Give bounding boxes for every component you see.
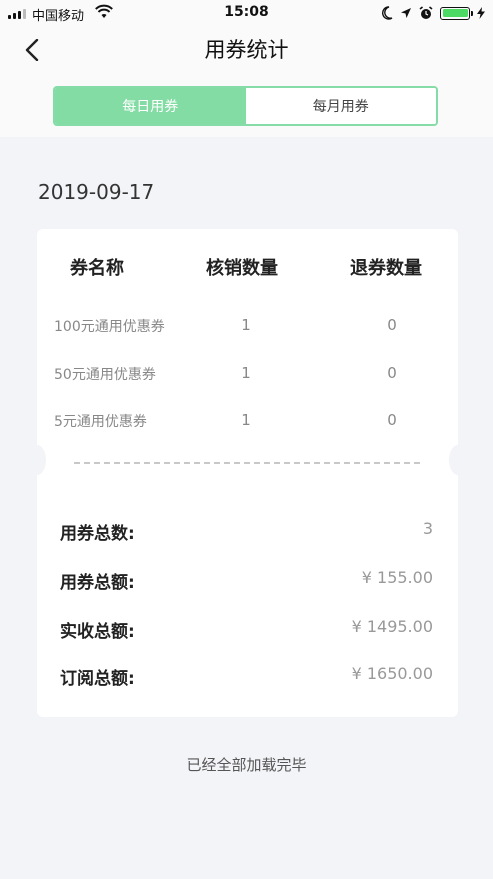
summary-value: ¥ 1650.00 — [351, 664, 433, 683]
moon-icon — [382, 6, 393, 20]
table-row: 100元通用优惠券 1 0 — [0, 316, 493, 340]
coupon-name: 100元通用优惠券 — [54, 319, 165, 335]
refunded-count: 0 — [387, 364, 397, 382]
refunded-count: 0 — [387, 411, 397, 429]
redeemed-count: 1 — [241, 316, 251, 334]
tab-daily[interactable]: 每日用券 — [55, 88, 246, 124]
summary-subscription-amount: 订阅总额: ¥ 1650.00 — [0, 664, 493, 690]
summary-label: 用券总数: — [60, 524, 135, 544]
ticket-notch-left — [28, 445, 46, 475]
location-arrow-icon — [401, 8, 411, 18]
coupon-name: 50元通用优惠券 — [54, 367, 156, 383]
column-header-coupon-name: 券名称 — [70, 258, 124, 279]
summary-label: 实收总额: — [60, 622, 135, 642]
table-row: 50元通用优惠券 1 0 — [0, 364, 493, 388]
charging-icon — [477, 7, 485, 19]
summary-value: ¥ 1495.00 — [351, 617, 433, 636]
summary-received-amount: 实收总额: ¥ 1495.00 — [0, 617, 493, 643]
ticket-divider — [74, 462, 420, 464]
redeemed-count: 1 — [241, 364, 251, 382]
redeemed-count: 1 — [241, 411, 251, 429]
summary-value: 3 — [422, 519, 433, 538]
battery-icon — [440, 6, 473, 20]
load-complete-text: 已经全部加载完毕 — [186, 756, 307, 774]
stats-date: 2019-09-17 — [38, 180, 155, 204]
coupon-name: 5元通用优惠券 — [54, 414, 147, 430]
page-title: 用券统计 — [204, 38, 289, 62]
stats-card — [37, 229, 458, 717]
column-header-redeemed: 核销数量 — [206, 258, 278, 279]
summary-label: 用券总额: — [60, 573, 135, 593]
summary-value: ¥ 155.00 — [361, 568, 433, 587]
alarm-icon — [419, 6, 433, 19]
period-segmented-control: 每日用券 每月用券 — [53, 86, 438, 126]
status-bar: 中国移动 15:08 — [0, 0, 493, 26]
summary-coupon-amount: 用券总额: ¥ 155.00 — [0, 568, 493, 594]
column-header-refunded: 退券数量 — [350, 258, 422, 279]
ticket-notch-right — [449, 445, 467, 475]
summary-label: 订阅总额: — [60, 669, 135, 689]
summary-total-count: 用券总数: 3 — [0, 519, 493, 545]
refunded-count: 0 — [387, 316, 397, 334]
table-row: 5元通用优惠券 1 0 — [0, 411, 493, 435]
tab-monthly[interactable]: 每月用券 — [245, 88, 436, 124]
